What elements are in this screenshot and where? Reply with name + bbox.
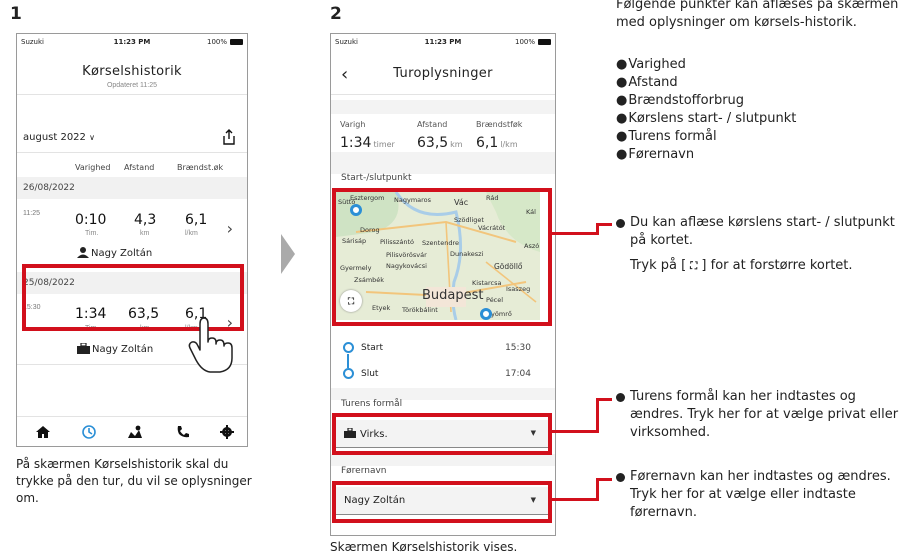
- expand-glyph-icon: ⛶: [690, 261, 698, 272]
- trip-fuel: 6,1: [185, 212, 208, 228]
- route-line: [347, 354, 349, 368]
- briefcase-icon: [77, 342, 90, 354]
- stat-distance-label: Afstand: [417, 120, 448, 129]
- page-title: Kørselshistorik: [82, 64, 182, 79]
- chevron-down-icon: ∨: [89, 133, 95, 142]
- connector-driver: [596, 478, 612, 481]
- page-title: Turoplysninger: [393, 66, 493, 81]
- info-list: Varighed Afstand Brændstofforbrug Kørsle…: [616, 56, 796, 164]
- divider: [17, 94, 247, 95]
- info-item: Kørslens start- / slutpunkt: [616, 110, 796, 128]
- status-bar: Suzuki 11:23 PM 100%: [331, 34, 555, 48]
- info-intro: Følgende punkter kan aflæses på skærmen …: [616, 0, 899, 30]
- connector-map: [596, 223, 612, 226]
- info-item: Brændstofforbrug: [616, 92, 796, 110]
- column-distance: Afstand: [124, 163, 155, 172]
- status-bar: Suzuki 11:23 PM 100%: [17, 34, 247, 48]
- note-purpose: Turens formål kan her indtastes og ændre…: [630, 389, 899, 440]
- trip-start-time: 11:25: [23, 210, 40, 217]
- info-item: Afstand: [616, 74, 796, 92]
- map-icon[interactable]: [127, 424, 143, 440]
- trip-driver: Nagy Zoltán: [77, 247, 152, 259]
- connector-map: [552, 232, 598, 235]
- connector-purpose: [596, 398, 612, 401]
- trip-distance: 4,3: [134, 212, 157, 228]
- stat-duration-label: Varigh: [340, 120, 366, 129]
- trip-duration: 0:10: [75, 212, 107, 228]
- route-label: Start-/slutpunkt: [341, 173, 412, 183]
- start-pin-icon: [343, 342, 354, 353]
- hand-tap-icon: [188, 317, 233, 373]
- chevron-right-icon: ›: [226, 219, 233, 238]
- stat-distance: 63,5 km: [417, 135, 463, 151]
- step-number-2: 2: [330, 4, 342, 24]
- battery-percent: 100%: [206, 38, 227, 46]
- divider: [331, 94, 555, 95]
- end-time: 17:04: [505, 369, 531, 379]
- trip-driver: Nagy Zoltán: [77, 342, 153, 355]
- bullet-dot-icon: [616, 393, 625, 402]
- unit-duration: Tim.: [85, 230, 99, 237]
- bullet-dot-icon: [616, 473, 625, 482]
- highlight-purpose: [332, 413, 552, 455]
- battery-percent: 100%: [514, 38, 535, 46]
- home-icon[interactable]: [35, 424, 51, 440]
- battery-icon: [538, 39, 551, 45]
- purpose-label: Turens formål: [341, 399, 403, 409]
- note-map-expand: Tryk på [ ⛶ ] for at forstørre kortet.: [630, 258, 853, 273]
- caption-step2: Skærmen Kørselshistorik vises.: [330, 540, 518, 553]
- phone-screen-history: Suzuki 11:23 PM 100% Kørselshistorik Opd…: [16, 33, 248, 447]
- highlight-driver: [332, 481, 552, 523]
- settings-icon[interactable]: [219, 424, 235, 440]
- updated-label: Opdateret 11:25: [106, 82, 158, 89]
- spacer: [331, 100, 555, 114]
- stat-fuel-label: Brændstføk: [476, 120, 523, 129]
- next-step-arrow: [281, 234, 295, 274]
- phone-icon[interactable]: [175, 424, 191, 440]
- unit-distance: km: [140, 230, 150, 237]
- end-label: Slut: [361, 369, 379, 379]
- unit-fuel: l/km: [185, 230, 198, 237]
- info-item: Turens formål: [616, 128, 796, 146]
- note-map: Du kan aflæse kørslens start- / slutpunk…: [630, 215, 895, 248]
- tab-bar: [17, 416, 247, 446]
- end-pin-icon: [343, 368, 354, 379]
- share-icon[interactable]: [221, 129, 237, 145]
- spacer: [331, 152, 555, 174]
- person-icon: [77, 247, 89, 258]
- divider: [17, 152, 247, 153]
- connector-purpose: [552, 430, 598, 433]
- battery-icon: [230, 39, 243, 45]
- month-selector[interactable]: august 2022 ∨: [23, 132, 95, 143]
- info-item: Varighed: [616, 56, 796, 74]
- column-duration: Varighed: [75, 163, 111, 172]
- spacer: [331, 454, 555, 466]
- connector-driver: [552, 498, 598, 501]
- connector-driver: [596, 478, 599, 501]
- highlight-map: [332, 188, 552, 326]
- connector-purpose: [596, 398, 599, 433]
- note-driver: Førernavn kan her indtastes og ændres. T…: [630, 469, 891, 520]
- stat-duration: 1:34 timer: [340, 135, 395, 151]
- step-number-1: 1: [10, 4, 22, 24]
- driver-label: Førernavn: [341, 466, 387, 476]
- start-label: Start: [361, 343, 383, 353]
- history-icon[interactable]: [81, 424, 97, 440]
- bullet-dot-icon: [616, 219, 625, 228]
- caption-step1: På skærmen Kørselshistorik skal du trykk…: [16, 457, 252, 505]
- start-time: 15:30: [505, 343, 531, 353]
- stat-fuel: 6,1 l/km: [476, 135, 518, 151]
- date-header: 26/08/2022: [17, 177, 247, 199]
- column-fuel: Brændst.øk: [177, 163, 224, 172]
- info-item: Førernavn: [616, 146, 796, 164]
